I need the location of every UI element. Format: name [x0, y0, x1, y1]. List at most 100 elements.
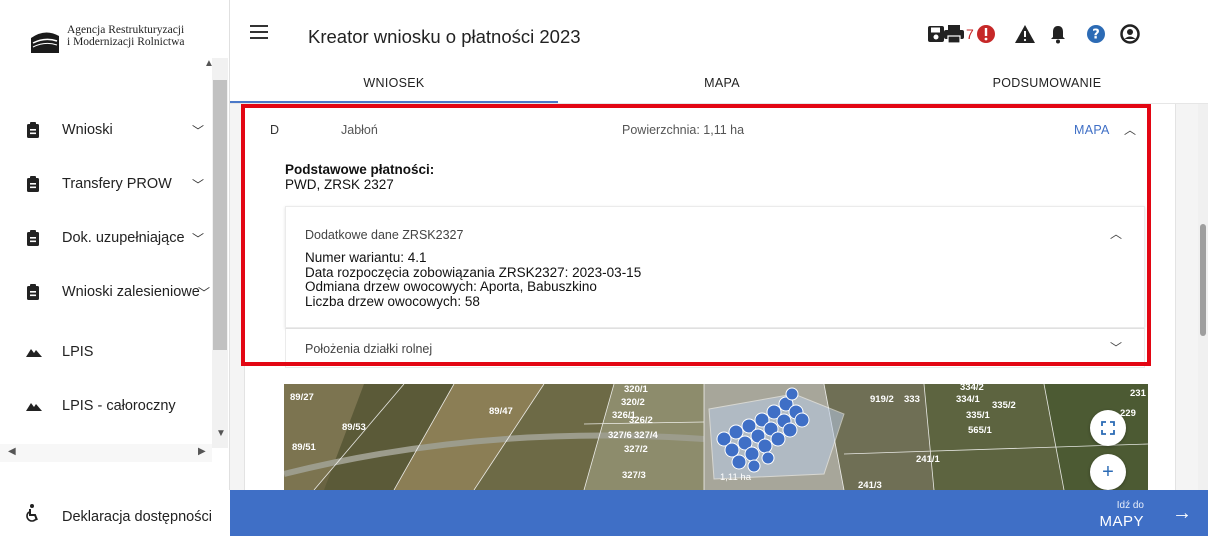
map-parcel-label: 335/1 — [966, 410, 990, 421]
tab-mapa[interactable]: MAPA — [558, 76, 886, 104]
chevron-down-icon: ﹀ — [192, 177, 205, 192]
sidebar-item-label: Dok. uzupełniające — [62, 230, 185, 246]
basic-payments-value: PWD, ZRSK 2327 — [285, 177, 394, 192]
variant-number: Numer wariantu: 4.1 — [305, 250, 427, 265]
sidebar-item-label: LPIS - całoroczny — [62, 398, 176, 414]
hamburger-menu-icon[interactable] — [250, 25, 268, 41]
map-parcel-label: 327/6 — [608, 430, 632, 441]
sidebar-item-transfery-prow[interactable]: Transfery PROW ﹀ — [0, 166, 212, 202]
map-view[interactable]: 89/27 89/53 89/51 89/47 320/1 320/2 326/… — [284, 384, 1148, 490]
sidebar-item-dok-uzupelniajace[interactable]: Dok. uzupełniające ﹀ — [0, 220, 212, 256]
chevron-down-icon: ﹀ — [192, 231, 205, 246]
map-parcel-label: 333 — [904, 394, 920, 405]
app-root: Agencja Restrukturyzacji i Modernizacji … — [0, 0, 1208, 536]
map-parcel-label: 565/1 — [968, 425, 992, 436]
map-parcel-label: 919/2 — [870, 394, 894, 405]
help-icon[interactable]: ? — [1086, 24, 1106, 44]
fullscreen-button[interactable] — [1090, 410, 1126, 446]
sidebar-item-label: Wnioski — [62, 122, 113, 138]
sidebar-item-lpis-caloroczny[interactable]: LPIS - całoroczny — [0, 388, 212, 424]
map-parcel-label: 335/2 — [992, 400, 1016, 411]
parcel-crop: Jabłoń — [341, 123, 378, 137]
map-link[interactable]: MAPA — [1074, 123, 1110, 137]
print-icon[interactable] — [942, 24, 966, 44]
commitment-start-date: Data rozpoczęcia zobowiązania ZRSK2327: … — [305, 264, 642, 280]
clipboard-icon — [27, 230, 39, 246]
logo-line-1: Agencja Restrukturyzacji — [67, 24, 185, 36]
parcel-header[interactable]: D Jabłoń Powierzchnia: 1,11 ha MAPA ︿ — [270, 120, 1140, 142]
sidebar-item-lpis[interactable]: LPIS — [0, 334, 212, 370]
map-parcel-label: 327/3 — [622, 470, 646, 481]
sidebar-item-wnioski-zalesieniowe[interactable]: Wnioski zalesieniowe ﹀ — [0, 274, 212, 310]
extra-data-title[interactable]: Dodatkowe dane ZRSK2327 — [305, 228, 463, 242]
svg-text:?: ? — [1092, 28, 1100, 43]
warning-icon[interactable] — [1014, 24, 1036, 44]
bell-icon[interactable] — [1048, 24, 1068, 44]
logo-text: Agencja Restrukturyzacji i Modernizacji … — [67, 24, 185, 48]
scroll-left-icon[interactable]: ◀ — [8, 446, 16, 457]
map-area-label: 1,11 ha — [720, 472, 751, 483]
map-parcel-label: 241/1 — [916, 454, 940, 465]
account-icon[interactable] — [1120, 24, 1140, 44]
basic-payments-heading: Podstawowe płatności: — [285, 162, 435, 177]
map-parcel-label: 327/4 — [634, 430, 658, 441]
go-to-map-button[interactable]: MAPY — [1099, 513, 1144, 530]
fullscreen-icon — [1101, 421, 1115, 435]
sidebar-item-label: Transfery PROW — [62, 176, 172, 192]
map-parcel-label: 241/3 — [858, 480, 882, 490]
basic-payments: Podstawowe płatności: PWD, ZRSK 2327 — [285, 162, 434, 192]
go-to-map-bar[interactable]: Idź do MAPY → — [230, 490, 1208, 536]
logo-line-2: i Modernizacji Rolnictwa — [67, 36, 185, 48]
sidebar-scroll-down-icon[interactable]: ▼ — [216, 428, 226, 439]
page-title: Kreator wniosku o płatności 2023 — [308, 26, 581, 47]
sidebar-item-wnioski[interactable]: Wnioski ﹀ — [0, 112, 212, 148]
map-parcel-label: 89/53 — [342, 422, 366, 433]
parcel-area: Powierzchnia: 1,11 ha — [622, 123, 745, 137]
sidebar-horizontal-scrollbar[interactable]: ◀ ▶ — [0, 444, 212, 462]
extra-data-panel: Dodatkowe dane ZRSK2327 ︿ Numer wariantu… — [285, 206, 1145, 328]
map-parcel-label: 327/2 — [624, 444, 648, 455]
accessibility-declaration-link[interactable]: Deklaracja dostępności — [62, 509, 212, 525]
sidebar-scrollbar-thumb[interactable] — [213, 80, 227, 350]
sidebar-item-label: Wnioski zalesieniowe — [62, 284, 200, 300]
tab-podsumowanie[interactable]: PODSUMOWANIE — [886, 76, 1208, 104]
chevron-down-icon: ﹀ — [192, 123, 205, 138]
chevron-down-icon[interactable]: ﹀ — [1110, 339, 1122, 356]
map-parcel-label: 320/1 — [624, 384, 648, 395]
armir-logo-icon — [30, 26, 60, 54]
accessibility-icon — [26, 504, 38, 522]
chevron-up-icon[interactable]: ︿ — [1110, 225, 1122, 242]
sidebar: Agencja Restrukturyzacji i Modernizacji … — [0, 0, 230, 536]
map-parcel-label: 326/2 — [629, 415, 653, 426]
map-parcel-label: 89/47 — [489, 406, 513, 417]
clipboard-icon — [27, 122, 39, 138]
clipboard-icon — [27, 284, 39, 300]
clipboard-icon — [27, 176, 39, 192]
fruit-tree-count: Liczba drzew owocowych: 58 — [305, 293, 480, 309]
fruit-tree-varieties: Odmiana drzew owocowych: Aporta, Babuszk… — [305, 279, 597, 294]
accessibility-link-area: Deklaracja dostępności — [0, 490, 230, 536]
parcel-location-title: Położenia działki rolnej — [305, 342, 433, 356]
parcel-location-panel[interactable]: Położenia działki rolnej ﹀ — [285, 328, 1145, 368]
chevron-up-icon[interactable]: ︿ — [1124, 121, 1136, 138]
mountain-icon — [26, 403, 42, 411]
extra-data-lines: Numer wariantu: 4.1 Data rozpoczęcia zob… — [305, 250, 642, 309]
tab-wniosek[interactable]: WNIOSEK — [230, 76, 558, 104]
map-parcel-label: 89/27 — [290, 392, 314, 403]
map-imagery — [284, 384, 1148, 490]
map-parcel-label: 231 — [1130, 388, 1146, 399]
zoom-in-button[interactable]: + — [1090, 454, 1126, 490]
parcel-letter: D — [270, 123, 280, 137]
main-scrollbar-thumb[interactable] — [1200, 224, 1206, 336]
plus-icon: + — [1102, 460, 1114, 483]
error-count: 7 — [966, 26, 974, 42]
logo: Agencja Restrukturyzacji i Modernizacji … — [30, 20, 230, 60]
map-parcel-label: 334/1 — [956, 394, 980, 405]
arrow-right-icon[interactable]: → — [1172, 502, 1192, 525]
scroll-right-icon[interactable]: ▶ — [198, 446, 206, 457]
error-icon[interactable] — [976, 24, 996, 44]
map-parcel-label: 320/2 — [621, 397, 645, 408]
chevron-down-icon: ﹀ — [198, 285, 211, 300]
map-parcel-label: 334/2 — [960, 384, 984, 393]
active-tab-indicator — [230, 101, 558, 103]
